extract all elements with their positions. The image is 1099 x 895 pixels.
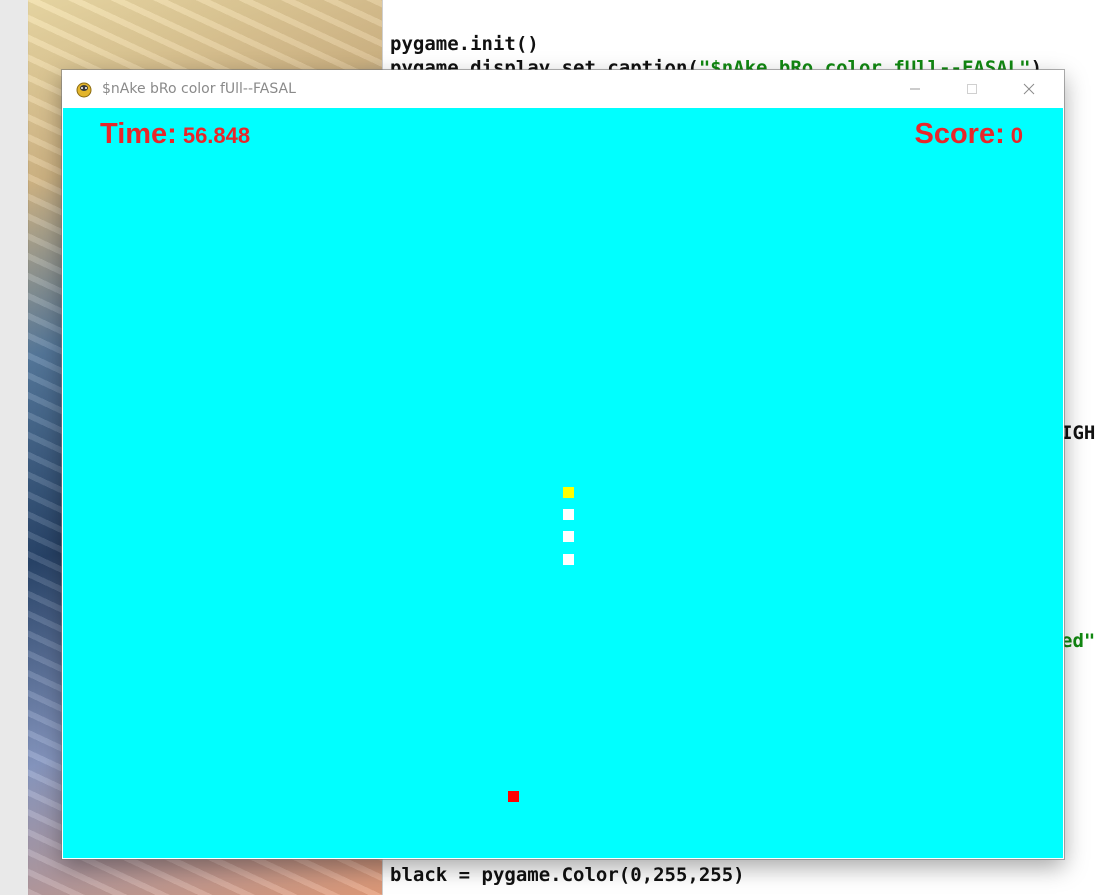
score-display: Score: 0 — [914, 118, 1023, 151]
window-title: $nAke bRo color fUll--FASAL — [102, 81, 296, 97]
code-fragment-ed: ed" — [1061, 630, 1096, 652]
title-bar[interactable]: $nAke bRo color fUll--FASAL — [62, 70, 1064, 108]
close-icon — [1023, 83, 1035, 95]
side-strip — [0, 0, 29, 895]
game-window[interactable]: $nAke bRo color fUll--FASAL Time: 56.848 … — [62, 70, 1064, 859]
minimize-icon — [910, 88, 920, 90]
code-line-black: black = pygame.Color(0,255,255) — [390, 864, 745, 886]
code-fragment-igh: IGH — [1061, 422, 1096, 444]
code-line-init: pygame.init() — [390, 33, 539, 55]
snake-body-segment — [563, 531, 574, 542]
game-canvas[interactable]: Time: 56.848 Score: 0 — [63, 108, 1063, 858]
snake-head — [563, 487, 574, 498]
snake-icon — [75, 80, 93, 98]
food — [508, 791, 519, 802]
score-value: 0 — [1010, 123, 1023, 148]
maximize-button[interactable] — [949, 70, 995, 108]
snake-body-segment — [563, 509, 574, 520]
time-label: Time: — [100, 118, 177, 150]
snake-body-segment — [563, 554, 574, 565]
time-display: Time: 56.848 — [100, 118, 250, 151]
score-label: Score: — [914, 118, 1005, 150]
maximize-icon — [967, 84, 977, 94]
minimize-button[interactable] — [892, 70, 938, 108]
close-button[interactable] — [1006, 70, 1052, 108]
time-value: 56.848 — [182, 123, 251, 148]
